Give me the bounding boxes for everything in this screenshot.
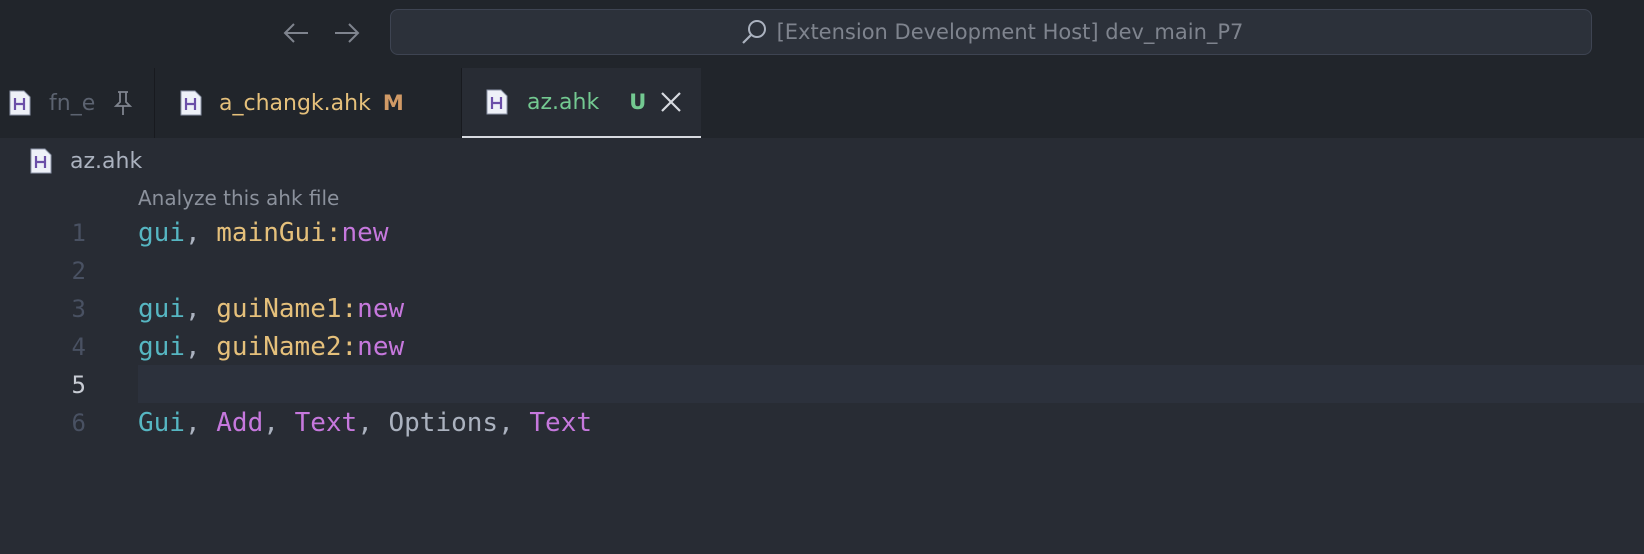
line-number: 6: [71, 409, 86, 437]
code-token: ,: [263, 408, 295, 438]
code-token: new: [357, 294, 405, 324]
code-token: ,: [184, 218, 217, 248]
arrow-right-icon: [335, 23, 360, 43]
ahk-file-icon: [9, 90, 31, 116]
forward-button[interactable]: [330, 16, 364, 50]
code-token: gui: [138, 332, 185, 362]
current-line-highlight: [138, 365, 1644, 403]
line-number: 3: [71, 295, 86, 323]
code-token: :: [341, 332, 358, 362]
modified-badge: M: [382, 91, 404, 115]
code-token: mainGui: [216, 218, 326, 248]
close-icon[interactable]: [658, 89, 684, 115]
code-token: ,: [184, 294, 217, 324]
code-token: new: [341, 218, 389, 248]
code-token: ,: [498, 408, 530, 438]
tab-a-changk[interactable]: a_changk.ahk M: [155, 68, 462, 138]
line-number: 4: [71, 333, 86, 361]
breadcrumb[interactable]: az.ahk: [30, 145, 142, 177]
code-line[interactable]: gui, mainGui:new: [138, 214, 388, 252]
line-number: 2: [71, 257, 86, 285]
code-line[interactable]: gui, guiName2:new: [138, 328, 404, 366]
code-line[interactable]: Gui, Add, Text, Options, Text: [138, 404, 592, 442]
ahk-file-icon: [30, 148, 52, 174]
tab-fn[interactable]: fn_e: [0, 68, 155, 138]
code-line[interactable]: gui, guiName1:new: [138, 290, 404, 328]
code-token: gui: [138, 294, 185, 324]
window-title: [Extension Development Host] dev_main_P7: [776, 20, 1244, 44]
ahk-file-icon: [180, 90, 202, 116]
code-token: :: [341, 294, 358, 324]
code-token: Options: [388, 408, 499, 438]
line-number: 1: [71, 219, 86, 247]
code-token: new: [357, 332, 405, 362]
editor-tab-bar: fn_e a_changk.ahk M az.ahk U: [0, 68, 1644, 138]
code-token: guiName2: [216, 332, 342, 362]
code-token: :: [325, 218, 342, 248]
pin-icon[interactable]: [111, 89, 135, 117]
codelens-analyze[interactable]: Analyze this ahk file: [138, 186, 339, 210]
arrow-left-icon: [283, 23, 308, 43]
untracked-badge: U: [629, 90, 647, 114]
code-token: Text: [294, 408, 358, 438]
tab-label: fn_e: [49, 90, 95, 116]
code-token: guiName1: [216, 294, 342, 324]
tab-label: az.ahk: [527, 89, 600, 115]
title-bar: [Extension Development Host] dev_main_P7: [0, 0, 1644, 68]
breadcrumb-file[interactable]: az.ahk: [70, 149, 142, 174]
code-token: gui: [138, 218, 185, 248]
code-token: ,: [357, 408, 389, 438]
line-number: 5: [71, 371, 86, 399]
ahk-file-icon: [486, 89, 508, 115]
tab-az-active[interactable]: az.ahk U: [462, 68, 701, 138]
code-token: Text: [529, 408, 593, 438]
code-token: Add: [216, 408, 264, 438]
code-token: ,: [184, 332, 217, 362]
code-token: ,: [184, 408, 217, 438]
code-token: Gui: [138, 408, 185, 438]
tab-label: a_changk.ahk: [219, 90, 371, 116]
search-icon: [741, 20, 766, 44]
command-center-search[interactable]: [Extension Development Host] dev_main_P7: [390, 9, 1592, 55]
back-button[interactable]: [279, 16, 313, 50]
